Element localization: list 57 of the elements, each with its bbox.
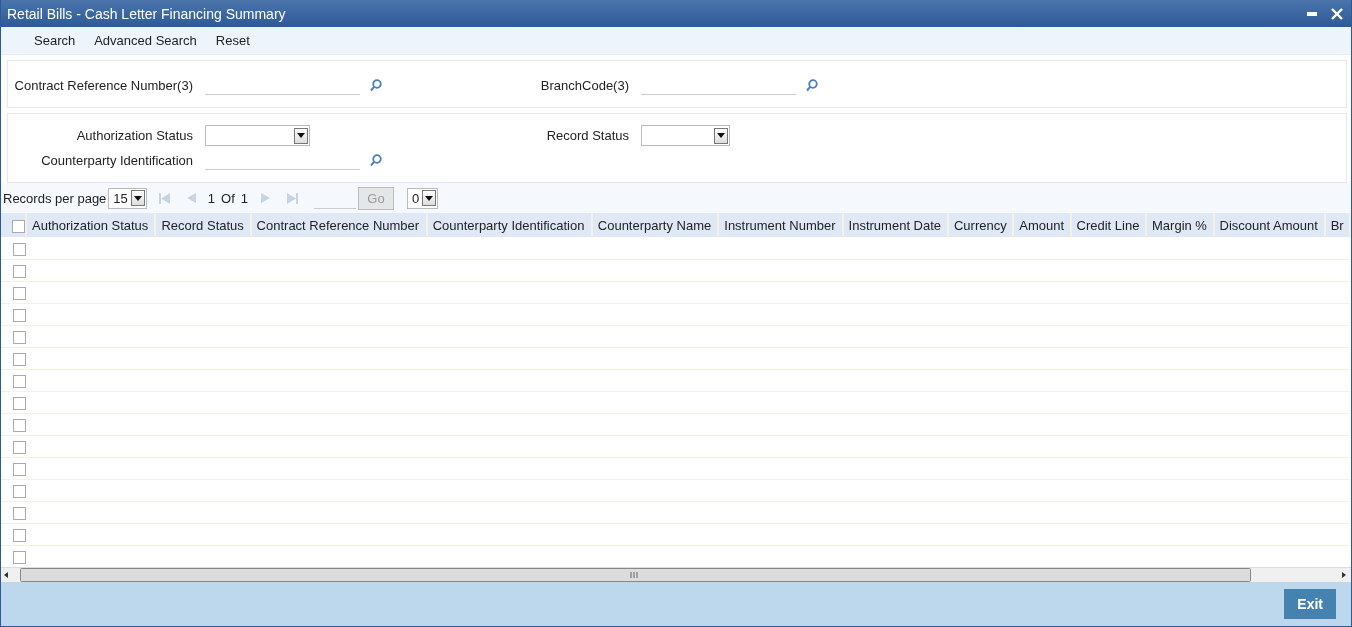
column-header[interactable]: Margin % bbox=[1146, 213, 1214, 238]
column-header[interactable]: Instrument Number bbox=[718, 213, 843, 238]
column-header[interactable]: Amount bbox=[1013, 213, 1071, 238]
exit-button[interactable]: Exit bbox=[1284, 589, 1336, 619]
checkbox[interactable] bbox=[12, 529, 26, 543]
field-label: Contract Reference Number(3) bbox=[13, 77, 193, 93]
column-header[interactable]: Record Status bbox=[155, 213, 251, 238]
last-page-icon[interactable] bbox=[287, 192, 298, 204]
minimize-icon[interactable] bbox=[1307, 11, 1317, 16]
checkbox[interactable] bbox=[12, 219, 25, 233]
column-header[interactable]: Br bbox=[1324, 213, 1350, 238]
column-header[interactable]: Currency bbox=[947, 213, 1014, 238]
current-page: 1 bbox=[207, 190, 216, 206]
checkbox[interactable] bbox=[12, 331, 26, 345]
column-header[interactable]: Contract Reference Number bbox=[250, 213, 427, 238]
column-header[interactable]: Instrument Date bbox=[842, 213, 948, 238]
total-pages: 1 bbox=[240, 190, 248, 206]
select-field[interactable] bbox=[205, 125, 310, 146]
column-header[interactable]: Counterparty Name bbox=[591, 213, 719, 238]
field-label: Authorization Status bbox=[75, 128, 193, 143]
checkbox[interactable] bbox=[12, 287, 26, 301]
toolbar-button[interactable]: Search bbox=[27, 29, 83, 52]
checkbox[interactable] bbox=[12, 353, 26, 367]
checkbox[interactable] bbox=[12, 265, 26, 279]
horizontal-scrollbar[interactable] bbox=[1, 567, 1351, 582]
checkbox[interactable] bbox=[12, 309, 26, 323]
toolbar-button[interactable]: Reset bbox=[208, 29, 257, 52]
checkbox[interactable] bbox=[12, 507, 26, 521]
option-select[interactable]: 0 bbox=[407, 187, 439, 209]
previous-page-icon[interactable] bbox=[186, 193, 196, 203]
field-label: BranchCode(3) bbox=[539, 77, 629, 93]
checkbox[interactable] bbox=[12, 419, 26, 433]
records-per-page-select[interactable]: 15 bbox=[108, 187, 147, 209]
checkbox[interactable] bbox=[12, 243, 26, 257]
page-of-label: Of bbox=[221, 190, 235, 206]
checkbox[interactable] bbox=[12, 485, 26, 499]
window-title: Retail Bills - Cash Letter Financing Summary bbox=[7, 5, 287, 22]
column-header[interactable]: Credit Line bbox=[1070, 213, 1146, 238]
checkbox[interactable] bbox=[12, 463, 26, 477]
checkbox[interactable] bbox=[12, 397, 26, 411]
search-icon[interactable] bbox=[806, 78, 818, 92]
first-page-icon[interactable] bbox=[158, 192, 170, 204]
search-icon[interactable] bbox=[370, 78, 382, 92]
column-header[interactable]: Authorization Status bbox=[26, 213, 156, 238]
next-page-icon[interactable] bbox=[261, 193, 270, 203]
field-label: Counterparty Identification bbox=[40, 152, 193, 168]
field-label: Record Status bbox=[545, 128, 629, 143]
records-per-page-label: Records per page bbox=[3, 190, 107, 206]
column-header[interactable]: Discount Amount bbox=[1213, 213, 1325, 238]
toolbar-button[interactable]: Advanced Search bbox=[87, 29, 204, 52]
select-field[interactable] bbox=[641, 125, 730, 146]
close-icon[interactable] bbox=[1331, 7, 1343, 20]
checkbox[interactable] bbox=[12, 375, 26, 389]
checkbox[interactable] bbox=[12, 441, 26, 455]
search-icon[interactable] bbox=[370, 153, 382, 167]
column-header[interactable]: Counterparty Identification bbox=[426, 213, 592, 238]
checkbox[interactable] bbox=[12, 551, 26, 565]
